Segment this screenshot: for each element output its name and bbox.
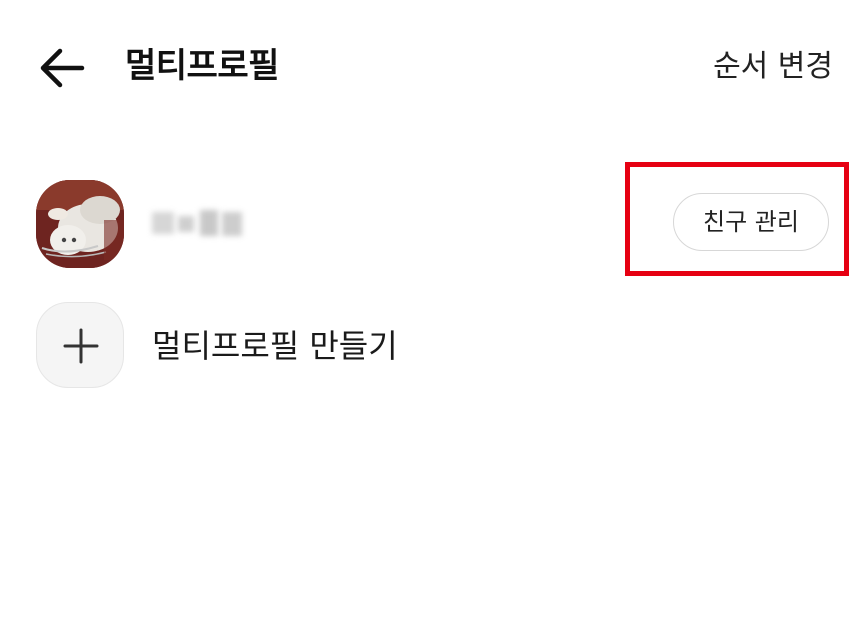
arrow-left-icon (40, 48, 85, 88)
add-profile-icon-box[interactable] (36, 302, 124, 388)
create-multiprofile-item[interactable]: 멀티프로필 만들기 (0, 302, 865, 392)
profile-name-blurred (152, 206, 244, 242)
page-title: 멀티프로필 (125, 46, 279, 86)
cat-photo-avatar (36, 180, 124, 268)
manage-friends-button[interactable]: 친구 관리 (673, 193, 829, 251)
plus-icon (63, 328, 99, 364)
reorder-button[interactable]: 순서 변경 (713, 46, 833, 88)
profile-avatar[interactable] (36, 180, 124, 268)
back-button[interactable] (36, 42, 88, 94)
create-multiprofile-label: 멀티프로필 만들기 (152, 327, 398, 365)
top-app-bar: 멀티프로필 순서 변경 (0, 0, 865, 130)
